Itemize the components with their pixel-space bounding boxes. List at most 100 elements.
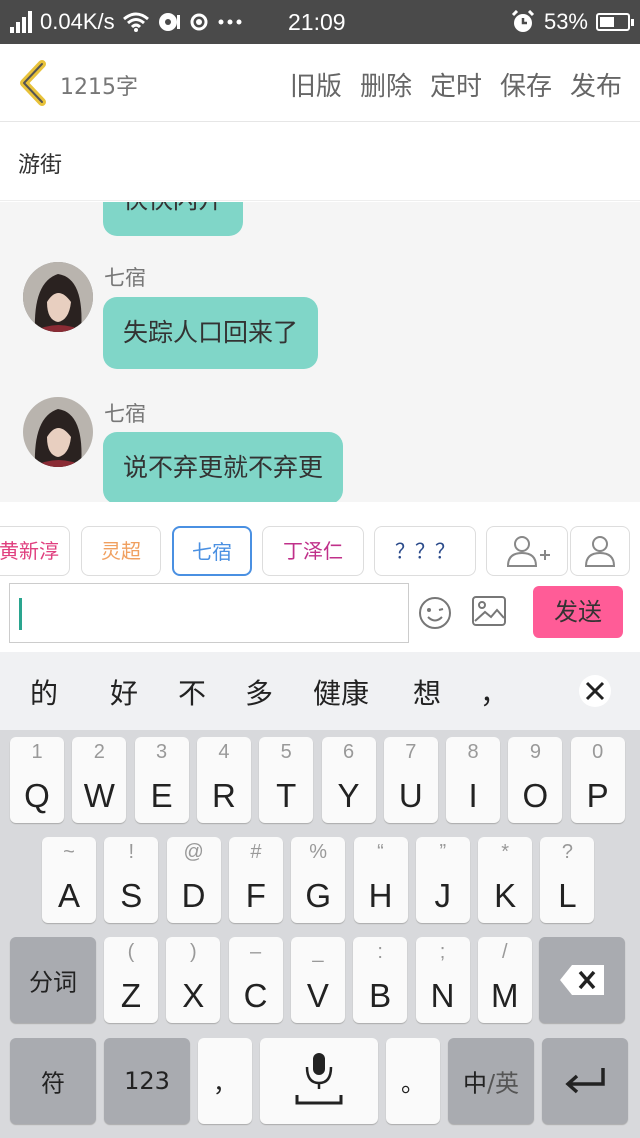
key-secondary-label: ;	[439, 941, 446, 963]
key-p[interactable]: 0P	[570, 737, 625, 823]
save-button[interactable]: 保存	[500, 66, 552, 103]
text-caret	[19, 598, 22, 630]
key-secondary-label: :	[377, 941, 383, 963]
key-t[interactable]: 5T	[259, 737, 314, 823]
key-c[interactable]: – C	[228, 937, 283, 1023]
image-icon[interactable]	[472, 596, 506, 626]
key-secondary-label: #	[250, 841, 262, 863]
delete-button[interactable]: 删除	[360, 66, 412, 103]
emoji-icon[interactable]	[418, 596, 452, 630]
message-bubble[interactable]: 说不弃更就不弃更	[103, 432, 344, 502]
user-icon	[584, 536, 616, 567]
backspace-icon	[560, 965, 604, 995]
key-primary-label: D	[181, 877, 206, 914]
chapter-title-field[interactable]: 游街	[0, 123, 640, 201]
status-left: 0.04K/s	[10, 9, 243, 35]
old-version-button[interactable]: 旧版	[290, 66, 342, 103]
back-chevron-icon[interactable]	[16, 60, 50, 106]
key-l[interactable]: ? L	[540, 837, 595, 923]
add-character-button[interactable]	[486, 526, 568, 576]
battery-icon	[596, 13, 634, 31]
period-key-label: 。	[401, 1069, 425, 1098]
key-secondary-label: ~	[63, 841, 75, 863]
close-icon[interactable]	[578, 674, 612, 708]
candidate-word[interactable]: 健康	[313, 672, 369, 712]
key-x[interactable]: ) X	[166, 937, 221, 1023]
key-y[interactable]: 6Y	[321, 737, 376, 823]
chat-area[interactable]: 快快闪开 七宿 失踪人口回来了 七宿 说不弃更就不弃更	[0, 202, 640, 502]
key-z[interactable]: (Z	[104, 937, 158, 1023]
key-d[interactable]: @ D	[166, 837, 221, 923]
key-w[interactable]: 2W	[72, 737, 127, 823]
key-o[interactable]: 9O	[508, 737, 563, 823]
key-i[interactable]: 8I	[446, 737, 501, 823]
key-secondary-label: )	[189, 941, 197, 963]
schedule-button[interactable]: 定时	[430, 66, 482, 103]
comma-key-label: ，	[213, 1069, 237, 1098]
character-chip[interactable]: ？？？	[374, 526, 476, 576]
space-key[interactable]	[260, 1038, 378, 1124]
key-secondary-label: 3	[156, 741, 168, 763]
key-b[interactable]: :B	[353, 937, 408, 1023]
clock: 21:09	[288, 9, 346, 35]
key-v[interactable]: _ V	[290, 937, 345, 1023]
candidate-word[interactable]: ，	[480, 672, 508, 712]
key-primary-label: Q	[24, 777, 50, 814]
avatar[interactable]	[23, 262, 93, 332]
key-s[interactable]: ! S	[104, 837, 159, 923]
key-k[interactable]: * K	[478, 837, 533, 923]
message-bubble[interactable]: 快快闪开	[103, 202, 244, 236]
language-switch-key[interactable]: 中/英	[448, 1038, 534, 1124]
key-j[interactable]: ” J	[415, 837, 470, 923]
status-bar: 0.04K/s 21:09 53%	[0, 0, 640, 44]
key-secondary-label: 2	[93, 741, 105, 763]
candidate-word[interactable]: 不	[178, 672, 206, 712]
key-e[interactable]: 3E	[134, 737, 189, 823]
message-bubble[interactable]: 失踪人口回来了	[103, 297, 319, 369]
segment-key[interactable]: 分词	[10, 937, 96, 1023]
key-primary-label: X	[182, 977, 205, 1014]
avatar[interactable]	[23, 397, 93, 467]
key-primary-label: T	[276, 777, 297, 814]
key-f[interactable]: # F	[228, 837, 283, 923]
symbol-key[interactable]: 符	[10, 1038, 96, 1124]
key-q[interactable]: 1Q	[10, 737, 64, 823]
key-secondary-label: (	[127, 941, 135, 963]
candidate-word[interactable]: 的	[30, 672, 58, 712]
backspace-key[interactable]	[539, 937, 625, 1023]
battery-fill	[600, 17, 614, 27]
word-count: 1215字	[60, 75, 138, 100]
key-m[interactable]: / M	[477, 937, 532, 1023]
narrator-button[interactable]	[570, 526, 630, 576]
character-chip[interactable]: 黄新淳	[0, 526, 70, 576]
segment-key-label: 分词	[29, 968, 77, 997]
location-icon	[190, 13, 208, 31]
key-u[interactable]: 7U	[383, 737, 438, 823]
key-primary-label: A	[57, 877, 80, 914]
key-primary-label: H	[368, 877, 393, 914]
wifi-icon	[122, 12, 149, 32]
candidate-word[interactable]: 好	[110, 672, 138, 712]
key-primary-label: U	[398, 777, 423, 814]
key-secondary-label: ?	[561, 841, 573, 863]
key-n[interactable]: ; N	[415, 937, 470, 1023]
character-chip-selected[interactable]: 七宿	[172, 526, 252, 576]
publish-button[interactable]: 发布	[570, 66, 622, 103]
number-key[interactable]: 123	[104, 1038, 190, 1124]
sender-name: 七宿	[104, 266, 146, 290]
key-r[interactable]: 4R	[196, 737, 251, 823]
candidate-word[interactable]: 想	[413, 672, 441, 712]
character-chip[interactable]: 灵超	[81, 526, 161, 576]
message-input[interactable]	[9, 583, 409, 643]
period-key[interactable]: 。	[386, 1038, 440, 1124]
key-g[interactable]: % G	[291, 837, 346, 923]
character-chip[interactable]: 丁泽仁	[262, 526, 364, 576]
key-h[interactable]: “H	[353, 837, 408, 923]
comma-key[interactable]: ，	[198, 1038, 252, 1124]
key-secondary-label: 9	[529, 741, 541, 763]
send-button[interactable]: 发送	[533, 586, 623, 638]
key-secondary-label: 8	[467, 741, 479, 763]
key-a[interactable]: ~ A	[42, 837, 96, 923]
candidate-word[interactable]: 多	[245, 672, 273, 712]
enter-key[interactable]	[542, 1038, 628, 1124]
